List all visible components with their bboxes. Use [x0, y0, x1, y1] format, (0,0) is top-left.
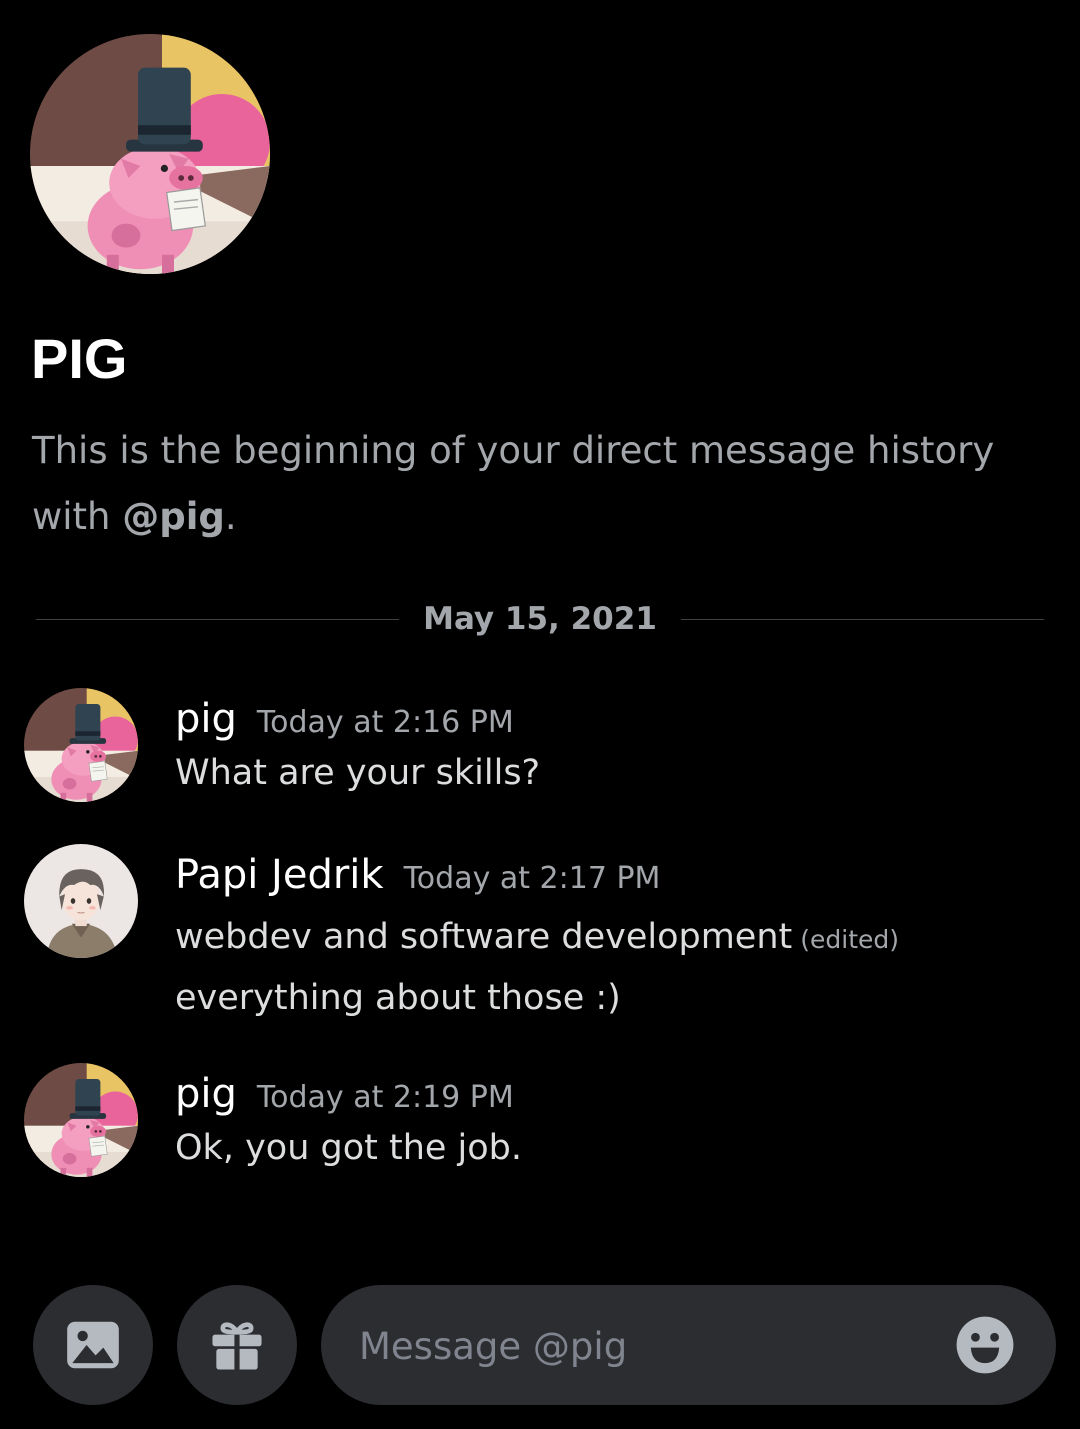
message-timestamp: Today at 2:19 PM	[256, 1080, 514, 1115]
date-divider: May 15, 2021	[36, 596, 1044, 642]
message-timestamp: Today at 2:17 PM	[403, 861, 661, 896]
pig-avatar-image	[30, 34, 270, 274]
message-text: everything about those :)	[175, 978, 621, 1018]
message-body: pig Today at 2:16 PM What are your skill…	[175, 696, 1055, 802]
message-text-content: webdev and software development	[175, 917, 793, 957]
attach-image-button[interactable]	[33, 1285, 153, 1405]
message-author[interactable]: Papi Jedrik	[175, 852, 384, 898]
dm-recipient-name: PIG	[31, 327, 128, 390]
dm-recipient-avatar[interactable]	[30, 34, 270, 274]
message-body: Papi Jedrik Today at 2:17 PM webdev and …	[175, 852, 1055, 1027]
message-timestamp: Today at 2:16 PM	[256, 705, 514, 740]
divider-date: May 15, 2021	[423, 601, 657, 637]
message-avatar[interactable]	[24, 1063, 138, 1177]
message-text: Ok, you got the job.	[175, 1128, 523, 1168]
dm-intro-text: This is the beginning of your direct mes…	[32, 418, 1042, 550]
message-composer	[321, 1285, 1056, 1407]
message-text: webdev and software development (edited)	[175, 908, 1055, 969]
divider-line-right	[680, 618, 1044, 620]
user-mention[interactable]: @pig	[122, 495, 225, 538]
message-header: Papi Jedrik Today at 2:17 PM	[175, 852, 1055, 898]
edited-label: (edited)	[800, 925, 900, 954]
pig-avatar-image	[24, 1063, 138, 1177]
papi-jedrik-avatar-image	[24, 844, 138, 958]
message-avatar[interactable]	[24, 688, 138, 802]
gift-button[interactable]	[177, 1285, 297, 1405]
message-avatar[interactable]	[24, 844, 138, 958]
image-icon	[67, 1321, 119, 1369]
divider-line-left	[36, 618, 400, 620]
gift-icon	[212, 1322, 262, 1371]
dm-intro-period: .	[224, 495, 237, 538]
message-header: pig Today at 2:16 PM	[175, 696, 1055, 742]
message-input[interactable]	[357, 1285, 921, 1407]
emoji-icon	[956, 1316, 1014, 1374]
message-author[interactable]: pig	[175, 696, 237, 742]
message-body: pig Today at 2:19 PM Ok, you got the job…	[175, 1071, 1055, 1177]
emoji-button[interactable]	[954, 1314, 1016, 1376]
message-header: pig Today at 2:19 PM	[175, 1071, 1055, 1117]
message-author[interactable]: pig	[175, 1071, 237, 1117]
message-text: What are your skills?	[175, 753, 541, 793]
pig-avatar-image	[24, 688, 138, 802]
